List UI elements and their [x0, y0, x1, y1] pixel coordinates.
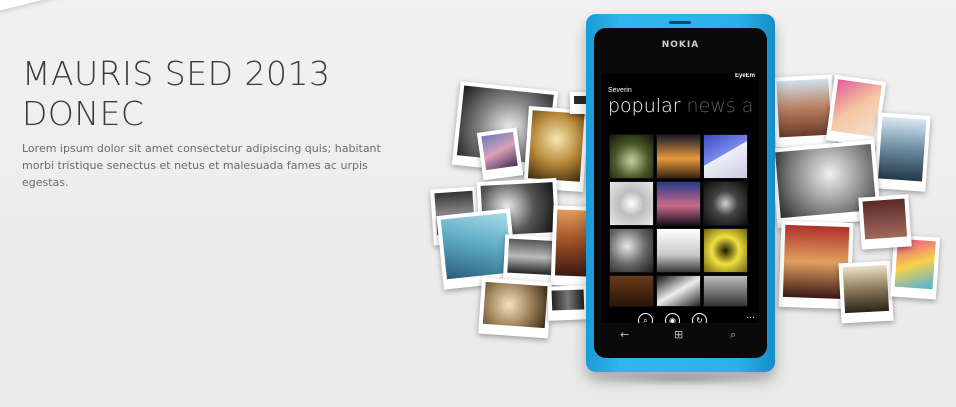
pivot-tab-popular[interactable]: popular — [608, 95, 681, 117]
pivot-header: popular news a — [608, 95, 759, 117]
photo-thumbnail[interactable] — [704, 135, 747, 178]
user-name[interactable]: Severin — [608, 87, 632, 94]
phone-shadow — [590, 372, 770, 386]
speaker-grille — [669, 21, 691, 24]
hero-description: Lorem ipsum dolor sit amet consectetur a… — [22, 142, 381, 189]
hero-section: MAURIS SED 2013 DONEC Lorem ipsum dolor … — [22, 54, 402, 191]
pivot-tab-news[interactable]: news — [687, 95, 736, 117]
collage-photo — [838, 260, 894, 324]
hero-title-line1: MAURIS SED 2013 — [22, 54, 331, 93]
search-icon[interactable]: ⌕ — [638, 313, 653, 323]
refresh-icon[interactable]: ↻ — [692, 313, 707, 323]
hardware-keys: ← ⊞ ⌕ — [594, 328, 767, 346]
brand-logo: NOKIA — [661, 40, 700, 50]
photo-thumbnail[interactable] — [610, 135, 653, 178]
collage-photo — [547, 285, 589, 321]
hero-title-line2: DONEC — [22, 94, 145, 133]
corner-ribbon — [0, 0, 62, 13]
collage-photo — [858, 194, 912, 250]
photo-thumbnail[interactable] — [704, 276, 747, 306]
nokia-phone: NOKIA EyeEm Severin popular news a ⌕ ◉ ↻… — [586, 14, 775, 372]
camera-icon[interactable]: ◉ — [665, 313, 680, 323]
search-key-icon[interactable]: ⌕ — [730, 328, 736, 342]
phone-bezel: NOKIA EyeEm Severin popular news a ⌕ ◉ ↻… — [594, 28, 767, 358]
collage-photo — [478, 277, 552, 339]
photo-thumbnail[interactable] — [657, 229, 700, 272]
windows-icon[interactable]: ⊞ — [674, 328, 683, 341]
collage-photo — [476, 127, 524, 181]
photo-thumbnail[interactable] — [610, 276, 653, 306]
photo-thumbnail[interactable] — [657, 135, 700, 178]
app-bar: ⌕ ◉ ↻ ... — [602, 311, 759, 323]
photo-thumbnail[interactable] — [704, 229, 747, 272]
pivot-tab-next[interactable]: a — [742, 95, 754, 117]
app-name: EyeEm — [734, 73, 755, 79]
more-options-icon[interactable]: ... — [746, 311, 755, 321]
photo-thumbnail[interactable] — [657, 182, 700, 225]
photo-thumbnail[interactable] — [610, 182, 653, 225]
photo-thumbnail[interactable] — [657, 276, 700, 306]
photo-thumbnail[interactable] — [610, 229, 653, 272]
back-icon[interactable]: ← — [620, 328, 629, 341]
photo-thumbnail[interactable] — [704, 182, 747, 225]
hero-title: MAURIS SED 2013 DONEC — [22, 54, 402, 134]
phone-screen: EyeEm Severin popular news a ⌕ ◉ ↻ ... — [602, 73, 759, 323]
collage-photo — [873, 112, 931, 192]
